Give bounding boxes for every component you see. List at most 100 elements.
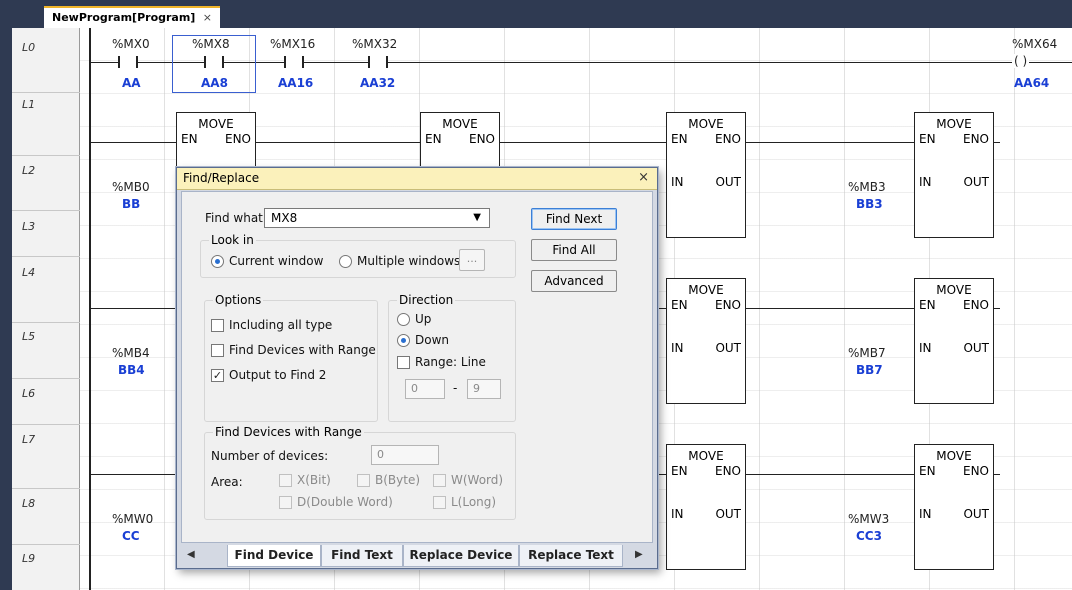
dialog-body: Find what: MX8 ▼ Find Next Find All Adva… (181, 191, 653, 543)
row-divider (12, 322, 80, 323)
contact-device: %MX0 (112, 37, 150, 51)
move-block[interactable]: MOVE EN ENO IN OUT (666, 112, 746, 238)
input-device: %MW0 (112, 512, 154, 526)
coil-symbol[interactable]: ( ) (1012, 54, 1030, 68)
close-tab-icon[interactable]: × (203, 11, 212, 24)
line-number: L0 (22, 41, 36, 54)
contact-label: AA8 (201, 76, 228, 90)
move-block[interactable]: MOVE EN ENO IN OUT (666, 444, 746, 570)
contact-symbol[interactable] (118, 56, 138, 68)
block-out: OUT (963, 507, 989, 521)
contact-label: AA32 (360, 76, 396, 90)
block-en: EN (919, 132, 936, 146)
block-eno: ENO (962, 298, 989, 312)
dialog-title-bar[interactable]: Find/Replace × (177, 168, 657, 190)
find-replace-dialog[interactable]: Find/Replace × Find what: MX8 ▼ Find Nex… (176, 167, 658, 569)
block-out: OUT (715, 507, 741, 521)
multiple-windows-label: Multiple windows (357, 254, 461, 268)
output-device: %MW3 (848, 512, 890, 526)
block-eno: ENO (224, 132, 251, 146)
find-next-button[interactable]: Find Next (531, 208, 617, 230)
l-long-checkbox[interactable] (433, 496, 446, 509)
contact-symbol[interactable] (204, 56, 224, 68)
w-word-label: W(Word) (451, 473, 504, 487)
move-block[interactable]: MOVE EN ENO IN OUT (914, 444, 994, 570)
row-divider (12, 424, 80, 425)
block-out: OUT (715, 175, 741, 189)
line-number: L5 (22, 330, 36, 343)
tab-find-text[interactable]: Find Text (321, 545, 403, 567)
tab-find-device[interactable]: Find Device (227, 545, 321, 567)
output-device: %MB7 (848, 346, 886, 360)
row-divider (12, 256, 80, 257)
block-en: EN (671, 132, 688, 146)
block-en: EN (671, 464, 688, 478)
block-name: MOVE (198, 117, 234, 131)
tab-scroll-right-icon[interactable]: ▶ (635, 549, 643, 560)
down-radio[interactable] (397, 334, 410, 347)
block-in: IN (671, 507, 684, 521)
block-name: MOVE (936, 283, 972, 297)
output-to-find2-checkbox[interactable]: ✓ (211, 369, 224, 382)
number-of-devices-field[interactable]: 0 (371, 445, 439, 465)
move-block[interactable]: MOVE EN ENO IN OUT (666, 278, 746, 404)
line-number: L4 (22, 266, 36, 279)
range-to-field[interactable]: 9 (467, 379, 501, 399)
browse-windows-button[interactable]: ... (459, 249, 485, 271)
dropdown-arrow-icon[interactable]: ▼ (473, 212, 481, 223)
options-legend: Options (213, 293, 264, 307)
range-line-checkbox[interactable] (397, 356, 410, 369)
contact-device: %MX16 (270, 37, 316, 51)
including-all-type-checkbox[interactable] (211, 319, 224, 332)
w-word-checkbox[interactable] (433, 474, 446, 487)
line-number: L1 (22, 98, 36, 111)
range-from-field[interactable]: 0 (405, 379, 445, 399)
line-number: L3 (22, 220, 36, 233)
current-window-radio[interactable] (211, 255, 224, 268)
dialog-tab-strip: ◀ Find Device Find Text Replace Device R… (181, 545, 653, 567)
contact-symbol[interactable] (368, 56, 388, 68)
advanced-button[interactable]: Advanced (531, 270, 617, 292)
block-en: EN (425, 132, 442, 146)
output-label: BB3 (856, 197, 883, 211)
block-eno: ENO (962, 132, 989, 146)
close-icon[interactable]: × (638, 170, 649, 185)
multiple-windows-radio[interactable] (339, 255, 352, 268)
d-double-word-checkbox[interactable] (279, 496, 292, 509)
direction-group: Direction Up Down Range: Line 0 - 9 (388, 293, 516, 422)
b-byte-checkbox[interactable] (357, 474, 370, 487)
output-to-find2-label: Output to Find 2 (229, 368, 327, 382)
block-out: OUT (715, 341, 741, 355)
tab-replace-device[interactable]: Replace Device (403, 545, 519, 567)
input-device: %MB0 (112, 180, 150, 194)
row-divider (12, 488, 80, 489)
move-block[interactable]: MOVE EN ENO IN OUT (914, 112, 994, 238)
block-in: IN (919, 175, 932, 189)
line-number: L8 (22, 497, 36, 510)
move-block[interactable]: MOVE EN ENO IN OUT (914, 278, 994, 404)
block-en: EN (671, 298, 688, 312)
block-in: IN (919, 341, 932, 355)
find-what-value: MX8 (271, 211, 298, 225)
block-name: MOVE (442, 117, 478, 131)
find-what-combobox[interactable]: MX8 ▼ (264, 208, 490, 228)
output-device: %MB3 (848, 180, 886, 194)
range-devices-legend: Find Devices with Range (213, 425, 364, 439)
input-label: BB4 (118, 363, 145, 377)
including-all-type-label: Including all type (229, 318, 333, 332)
tab-scroll-left-icon[interactable]: ◀ (187, 549, 195, 560)
tab-replace-text[interactable]: Replace Text (519, 545, 623, 567)
find-devices-range-checkbox[interactable] (211, 344, 224, 357)
find-all-button[interactable]: Find All (531, 239, 617, 261)
tab-newprogram[interactable]: NewProgram[Program] × (44, 6, 220, 28)
x-bit-checkbox[interactable] (279, 474, 292, 487)
contact-symbol[interactable] (284, 56, 304, 68)
block-name: MOVE (688, 283, 724, 297)
range-devices-group: Find Devices with Range Number of device… (204, 425, 516, 520)
number-of-devices-label: Number of devices: (211, 449, 329, 463)
tab-title: NewProgram[Program] (52, 11, 196, 24)
output-label: CC3 (856, 529, 882, 543)
block-name: MOVE (688, 117, 724, 131)
up-radio[interactable] (397, 313, 410, 326)
row-divider (12, 92, 80, 93)
